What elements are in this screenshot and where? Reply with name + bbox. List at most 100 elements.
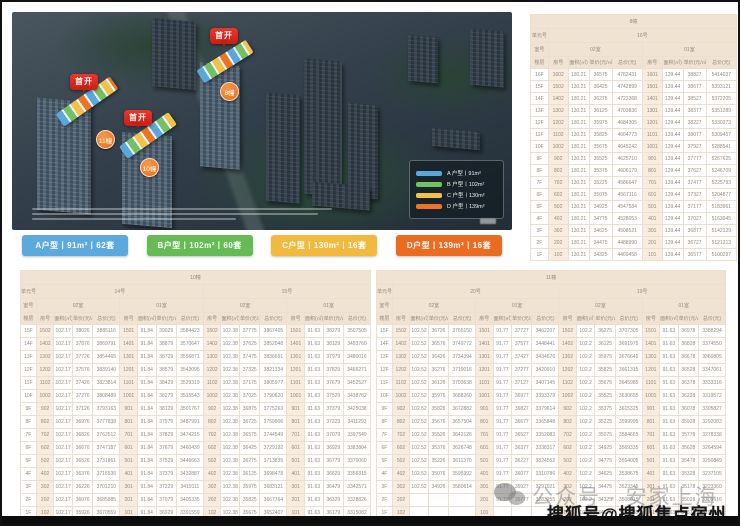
value-cell: 4645242 [612,141,642,153]
room-no-cell: 1502 [559,325,577,338]
value-cell: 102.17 [54,481,73,494]
value-cell: 36125 [240,468,260,481]
column-header: 房号 [203,313,221,325]
value-cell: 91.84 [137,377,156,390]
value-cell: 3432887 [176,468,203,481]
value-cell: 102.17 [54,325,73,338]
value-cell: 139.44 [662,153,683,165]
room-no-cell: 601 [642,189,662,201]
floor-cell: 13F [377,351,393,364]
value-cell: 139.44 [662,69,683,81]
value-cell: 3599995 [615,416,642,429]
floor-cell: 3F [531,225,549,237]
value-cell: 35826 [428,403,448,416]
floor-cell: 6F [531,189,549,201]
value-cell: 3836691 [260,351,287,364]
value-cell: 35928 [678,416,698,429]
value-cell: 3805977 [260,377,287,390]
room-no-cell: 1001 [120,390,138,403]
value-cell: 91.77 [493,429,512,442]
value-cell: 3501767 [176,403,203,416]
room-no-cell: 202 [203,494,221,507]
disclaimer-line [32,208,332,210]
value-cell: 3543095 [176,364,203,377]
room-no-cell: 902 [36,403,54,416]
column-header: 单价(元/㎡) [595,313,615,325]
value-cell: 3580614 [449,481,476,494]
building-number-badge: 11幢 [96,130,115,149]
value-cell: 102.52 [410,468,429,481]
floor-cell: 13F [531,105,549,117]
room-no-cell: 1402 [548,93,568,105]
value-cell: 36629 [323,468,343,481]
table-row: 15F1502130.213642547428991501139.4438677… [531,81,737,93]
room-number: 01室 [642,299,725,313]
value-cell: 3645985 [615,377,642,390]
column-header: 单价(元/㎡) [678,313,698,325]
value-cell: 102.38 [221,416,240,429]
value-cell: 130.21 [568,249,589,261]
value-cell: 3611370 [449,455,476,468]
value-cell: 102.17 [54,468,73,481]
room-number: 02室 [36,299,120,313]
value-cell: 3657504 [449,416,476,429]
wechat-icon [494,483,528,507]
value-cell: 91.63 [305,455,324,468]
room-no-cell: 1102 [203,377,221,390]
value-cell: 38077 [683,129,706,141]
value-cell: 102.52 [410,481,429,494]
first-launch-pin: 首开 [70,74,98,90]
value-cell: 91.63 [305,429,324,442]
table-row: 楼层房号面积(㎡)单价(元/㎡)总价(元)房号面积(㎡)单价(元/㎡)总价(元)… [377,313,726,325]
floor-cell: 14F [21,338,37,351]
value-cell: 35675 [595,377,615,390]
room-no-cell: 502 [548,201,568,213]
room-no-cell: 901 [476,403,494,416]
value-cell: 102.17 [54,338,73,351]
value-cell: 4723368 [612,93,642,105]
room-no-cell: 1402 [36,338,54,351]
value-cell: 3790620 [260,390,287,403]
floor-cell: 10F [531,141,549,153]
background-building [152,18,196,90]
table-row: 室号02室01室 [531,43,737,57]
room-no-cell: 202 [36,494,54,507]
value-cell: 91.77 [493,325,512,338]
value-cell: 102.2 [576,455,595,468]
value-cell: 35825 [595,364,615,377]
room-no-cell: 1502 [36,325,54,338]
value-cell: 36575 [589,69,612,81]
value-cell: 91.63 [660,377,679,390]
table-row: 14F1402102.17378763869791140191.84388793… [21,338,371,351]
value-cell: 37079 [156,494,176,507]
value-cell: 35225 [595,416,615,429]
table-title: 11幢 [377,271,726,285]
room-no-cell: 1502 [548,81,568,93]
room-no-cell: 201 [120,494,138,507]
room-number-label: 室号 [21,299,37,313]
value-cell: 102.2 [576,377,595,390]
value-cell: 102.38 [221,325,240,338]
value-cell: 35825 [240,494,260,507]
value-cell: 91.84 [137,429,156,442]
value-cell: 102.2 [576,390,595,403]
table-row: 4F402102.1736376371653640191.84373793432… [21,468,371,481]
value-cell: 34926 [428,481,448,494]
value-cell: 36376 [72,468,92,481]
value-cell: 3360805 [699,351,726,364]
column-header: 单价(元/㎡) [323,313,343,325]
value-cell: 5267625 [706,153,736,165]
room-no-cell: 1301 [642,351,660,364]
room-no-cell: 601 [287,442,305,455]
table-row: 7F702102.5235526364212670191.77365273352… [377,429,726,442]
value-cell: 3493760 [343,338,370,351]
room-no-cell: 501 [287,455,305,468]
value-cell: 35328 [678,468,698,481]
value-cell: 102.2 [576,403,595,416]
value-cell: 35526 [428,429,448,442]
value-cell: 130.21 [568,105,589,117]
value-cell: 3538675 [615,468,642,481]
value-cell: 130.21 [568,189,589,201]
price-table-building-10: 10幢单元号14号15号室号02室01室02室01室楼层房号面积(㎡)单价(元/… [20,270,371,520]
value-cell: 37079 [323,429,343,442]
